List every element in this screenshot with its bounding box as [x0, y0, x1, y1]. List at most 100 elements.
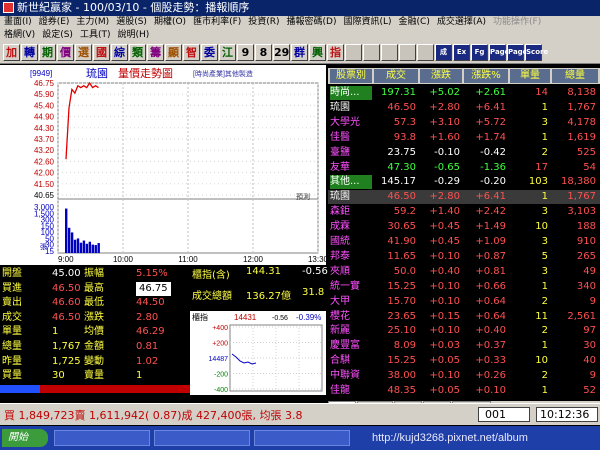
stock-vol: 2 — [541, 370, 548, 382]
quote-label: 總量 — [2, 341, 22, 352]
mini-index-line — [231, 353, 257, 365]
menu-item[interactable]: 匯市利率(F) — [193, 17, 241, 27]
taskbar-item-1[interactable] — [54, 430, 150, 446]
column-header[interactable]: 漲跌% — [464, 69, 508, 83]
toolbar-button[interactable]: Page — [507, 44, 527, 61]
stock-price: 8.09 — [393, 340, 416, 352]
toolbar-button[interactable]: 成 — [435, 44, 452, 61]
index-value: 144.31 — [246, 266, 281, 277]
menu-item[interactable]: 主力(M) — [76, 17, 109, 27]
toolbar-button[interactable]: 選 — [75, 44, 92, 61]
menu-item[interactable]: 選股(S) — [116, 17, 147, 27]
stock-row[interactable]: 大學光 57.3 +3.10 +5.72 3 4,178 — [328, 116, 600, 130]
stock-chg: -0.65 — [434, 161, 460, 173]
start-button[interactable]: 開始 — [2, 429, 48, 447]
toolbar-button[interactable]: 29 — [273, 44, 290, 61]
column-header[interactable]: 成交 — [374, 69, 418, 83]
menu-item[interactable]: 投資(R) — [248, 17, 279, 27]
toolbar-button[interactable]: 價 — [57, 44, 74, 61]
stock-row[interactable]: 夾順 50.0 +0.40 +0.81 3 49 — [328, 265, 600, 279]
toolbar-button[interactable]: 興 — [309, 44, 326, 61]
stock-row[interactable]: 大甲 15.70 +0.10 +0.64 2 9 — [328, 295, 600, 309]
toolbar-button[interactable]: 綜 — [111, 44, 128, 61]
stock-row[interactable]: 佳醫 93.8 +1.60 +1.74 1 1,619 — [328, 131, 600, 145]
menu-item[interactable]: 設定(S) — [42, 30, 73, 40]
stock-row[interactable]: 其他... 145.17 -0.29 -0.20 103 18,380 — [328, 175, 600, 189]
stock-row[interactable]: 慶豐富 8.09 +0.03 +0.37 1 30 — [328, 339, 600, 353]
stock-row[interactable]: 臺鹽 23.75 -0.10 -0.42 2 525 — [328, 146, 600, 160]
stock-price: 38.00 — [387, 370, 416, 382]
toolbar-button[interactable]: 群 — [291, 44, 308, 61]
toolbar-button[interactable] — [417, 44, 434, 61]
toolbar-button[interactable]: 8 — [255, 44, 272, 61]
toolbar-button[interactable] — [381, 44, 398, 61]
stock-row[interactable]: 森鉅 59.2 +1.40 +2.42 3 3,103 — [328, 205, 600, 219]
toolbar-button[interactable]: 期 — [39, 44, 56, 61]
price-tick-label: 41.50 — [34, 180, 55, 189]
toolbar-button[interactable]: 類 — [129, 44, 146, 61]
toolbar-button[interactable]: Ex — [453, 44, 470, 61]
stock-pct: -0.20 — [480, 176, 506, 188]
stock-row[interactable]: 合騏 15.25 +0.05 +0.33 10 40 — [328, 354, 600, 368]
menu-item[interactable]: 期權(O) — [154, 17, 186, 27]
stock-row[interactable]: 成霖 30.65 +0.45 +1.49 10 188 — [328, 220, 600, 234]
stock-price: 15.25 — [387, 280, 416, 292]
column-header[interactable]: 單量 — [510, 69, 550, 83]
menu-item[interactable]: 金融(C) — [399, 17, 430, 27]
menu-item[interactable]: 畫面(I) — [4, 17, 32, 27]
stock-pct: +5.72 — [475, 116, 506, 128]
column-header[interactable]: 總量 — [552, 69, 598, 83]
toolbar-button[interactable]: 指 — [327, 44, 344, 61]
taskbar-item-3[interactable] — [254, 430, 350, 446]
stock-row[interactable]: 國統 41.90 +0.45 +1.09 3 910 — [328, 235, 600, 249]
toolbar-button[interactable]: 江 — [219, 44, 236, 61]
stock-row[interactable]: 櫻花 23.65 +0.15 +0.64 11 2,561 — [328, 310, 600, 324]
menu-item[interactable]: 說明(H) — [117, 30, 149, 40]
quote-label: 買量 — [2, 370, 22, 382]
toolbar-button[interactable]: 委 — [201, 44, 218, 61]
stock-row[interactable]: 中聯資 38.00 +0.10 +0.26 2 9 — [328, 369, 600, 383]
menu-item[interactable]: 工具(T) — [80, 30, 111, 40]
quote-table: 開盤 45.00 振幅 5.15% 買進 46.50 最高 46.75 賣出 46.60 最低 44.… — [0, 265, 190, 395]
toolbar-button[interactable]: 籌 — [147, 44, 164, 61]
column-header[interactable]: 股票別 — [330, 69, 372, 83]
stock-row[interactable]: 新麗 25.10 +0.10 +0.40 2 97 — [328, 324, 600, 338]
volume-unit-label: 張 — [40, 243, 47, 251]
stock-row[interactable]: 邦泰 11.65 +0.10 +0.87 5 265 — [328, 250, 600, 264]
toolbar-button[interactable]: 顯 — [165, 44, 182, 61]
stock-pct: -0.42 — [480, 146, 506, 158]
toolbar-button[interactable] — [363, 44, 380, 61]
code-input[interactable]: 001 — [478, 407, 530, 422]
taskbar-item-2[interactable] — [154, 430, 250, 446]
toolbar-button[interactable]: 加 — [3, 44, 20, 61]
stock-total: 30 — [583, 340, 596, 352]
toolbar-button[interactable] — [345, 44, 362, 61]
stock-row[interactable]: 統一實 15.25 +0.10 +0.66 1 340 — [328, 280, 600, 294]
menu-item[interactable]: 播報密碼(D) — [287, 17, 337, 27]
volume-bar — [79, 242, 83, 253]
stock-row[interactable]: 琉園 46.50 +2.80 +6.41 1 1,767 — [328, 190, 600, 204]
stock-row[interactable]: 友華 47.30 -0.65 -1.36 17 54 — [328, 161, 600, 175]
toolbar-button[interactable]: 國 — [93, 44, 110, 61]
toolbar-button[interactable]: 智 — [183, 44, 200, 61]
column-header[interactable]: 漲跌 — [420, 69, 462, 83]
toolbar-button[interactable]: 轉 — [21, 44, 38, 61]
stock-row[interactable]: 琉園 46.50 +2.80 +6.41 1 1,767 — [328, 101, 600, 115]
toolbar-button[interactable]: Fg — [471, 44, 488, 61]
stock-name: 佳龍 — [330, 385, 350, 396]
stock-chg: +0.10 — [429, 280, 460, 292]
stock-row[interactable]: 時尚... 197.31 +5.02 +2.61 14 8,138 — [328, 86, 600, 100]
menu-item[interactable]: 成交選擇(A) — [437, 17, 486, 27]
toolbar-button[interactable]: 9 — [237, 44, 254, 61]
stock-total: 2,561 — [567, 310, 596, 322]
toolbar-button[interactable]: Page — [489, 44, 509, 61]
toolbar-button[interactable] — [399, 44, 416, 61]
menu-item[interactable]: 證券(E) — [39, 17, 70, 27]
toolbar-button[interactable]: Score — [525, 44, 548, 61]
price-tick-label: 46.75 — [34, 79, 55, 88]
stock-name: 櫻花 — [330, 310, 350, 322]
total-amount-label: 成交總額 — [192, 291, 232, 302]
menu-item[interactable]: 國際資訊(L) — [344, 17, 392, 27]
stock-row[interactable]: 佳龍 48.35 +0.05 +0.10 1 52 — [328, 384, 600, 398]
menu-item[interactable]: 格網(V) — [4, 30, 35, 40]
